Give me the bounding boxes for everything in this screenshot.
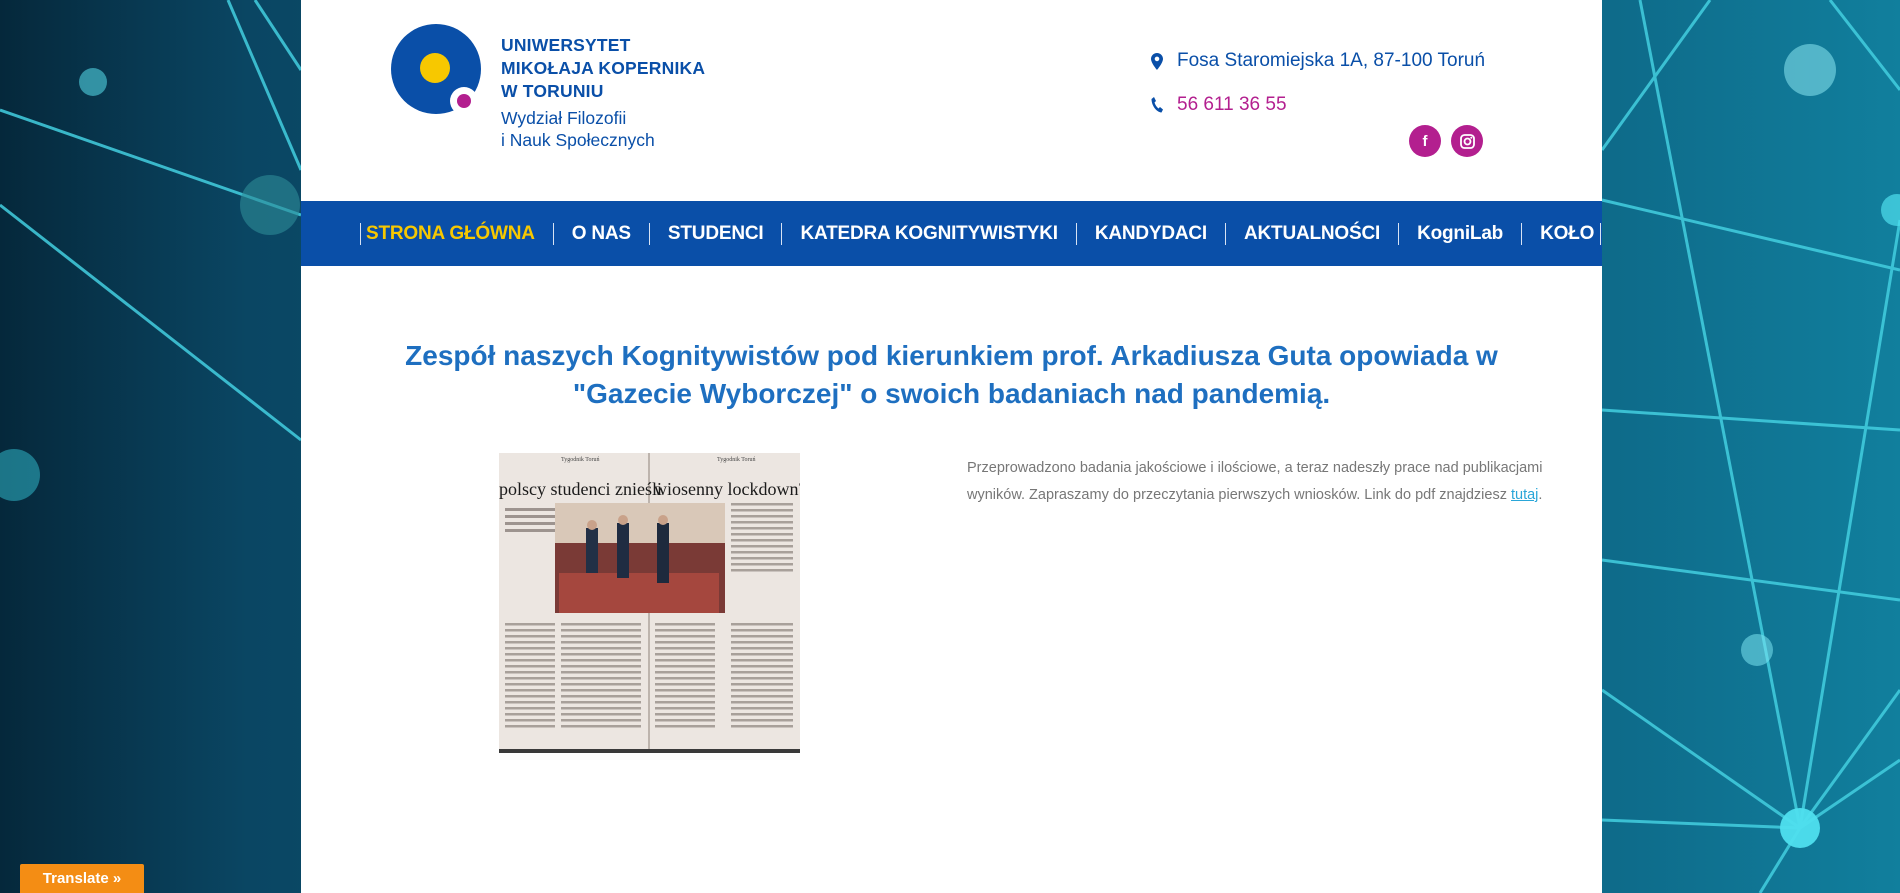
address-row: Fosa Staromiejska 1A, 87-100 Toruń bbox=[1149, 48, 1485, 74]
nav-item-kolo[interactable]: KOŁO bbox=[1522, 223, 1600, 245]
nav-item-o-nas[interactable]: O NAS bbox=[554, 223, 649, 245]
article-body-text: Przeprowadzono badania jakościowe i iloś… bbox=[967, 460, 1543, 503]
nav-item-studenci[interactable]: STUDENCI bbox=[650, 223, 782, 245]
department-name: Wydział Filozofii i Nauk Społecznych bbox=[501, 107, 705, 151]
newspaper-article-image[interactable]: Tygodnik Toruń Tygodnik Toruń polscy stu… bbox=[499, 453, 800, 753]
map-pin-icon bbox=[1149, 51, 1165, 71]
nav-item-strona-glowna[interactable]: STRONA GŁÓWNA bbox=[361, 223, 553, 245]
facebook-glyph: f bbox=[1422, 132, 1428, 150]
article-title: Zespół naszych Kognitywistów pod kierunk… bbox=[405, 340, 1498, 409]
article-trailing-punctuation: . bbox=[1538, 487, 1543, 503]
headline-left: polscy studenci znieśli bbox=[499, 479, 662, 499]
nav-item-kognilab[interactable]: KogniLab bbox=[1399, 223, 1521, 245]
page-container: UNIWERSYTET MIKOŁAJA KOPERNIKA W TORUNIU… bbox=[301, 0, 1602, 893]
nav-separator bbox=[1600, 222, 1602, 245]
phone-link[interactable]: 56 611 36 55 bbox=[1177, 94, 1287, 116]
nav-item-katedra-kognitywistyki[interactable]: KATEDRA KOGNITYWISTYKI bbox=[782, 223, 1075, 245]
headline-right: wiosenny lockdown? bbox=[654, 479, 800, 499]
nav-menu: STRONA GŁÓWNA O NAS STUDENCI KATEDRA KOG… bbox=[360, 201, 1602, 266]
address-text: Fosa Staromiejska 1A, 87-100 Toruń bbox=[1177, 50, 1486, 71]
contact-info: Fosa Staromiejska 1A, 87-100 Toruń 56 61… bbox=[1149, 48, 1485, 118]
facebook-icon[interactable]: f bbox=[1409, 125, 1441, 157]
main-navigation: STRONA GŁÓWNA O NAS STUDENCI KATEDRA KOG… bbox=[301, 201, 1602, 266]
masthead-right: Tygodnik Toruń bbox=[717, 457, 756, 463]
article-description: Przeprowadzono badania jakościowe i iloś… bbox=[967, 455, 1547, 509]
social-links: f bbox=[1409, 125, 1483, 157]
instagram-icon[interactable] bbox=[1451, 125, 1483, 157]
translate-button[interactable]: Translate » bbox=[20, 864, 144, 893]
phone-row[interactable]: 56 611 36 55 bbox=[1149, 92, 1485, 118]
department-name-line-1: Wydział Filozofii bbox=[501, 108, 627, 128]
university-name: UNIWERSYTET MIKOŁAJA KOPERNIKA W TORUNIU bbox=[501, 34, 705, 103]
university-name-line-2: MIKOŁAJA KOPERNIKA bbox=[501, 58, 706, 78]
department-name-line-2: i Nauk Społecznych bbox=[501, 130, 655, 150]
university-logo[interactable] bbox=[390, 23, 482, 115]
pdf-link[interactable]: tutaj bbox=[1511, 487, 1538, 503]
university-name-line-1: UNIWERSYTET bbox=[501, 35, 631, 55]
phone-icon bbox=[1149, 95, 1165, 115]
nav-item-aktualnosci[interactable]: AKTUALNOŚCI bbox=[1226, 223, 1398, 245]
university-name-line-3: W TORUNIU bbox=[501, 81, 604, 101]
masthead-left: Tygodnik Toruń bbox=[561, 457, 600, 463]
nav-item-kandydaci[interactable]: KANDYDACI bbox=[1077, 223, 1225, 245]
logo-text[interactable]: UNIWERSYTET MIKOŁAJA KOPERNIKA W TORUNIU… bbox=[501, 34, 705, 151]
